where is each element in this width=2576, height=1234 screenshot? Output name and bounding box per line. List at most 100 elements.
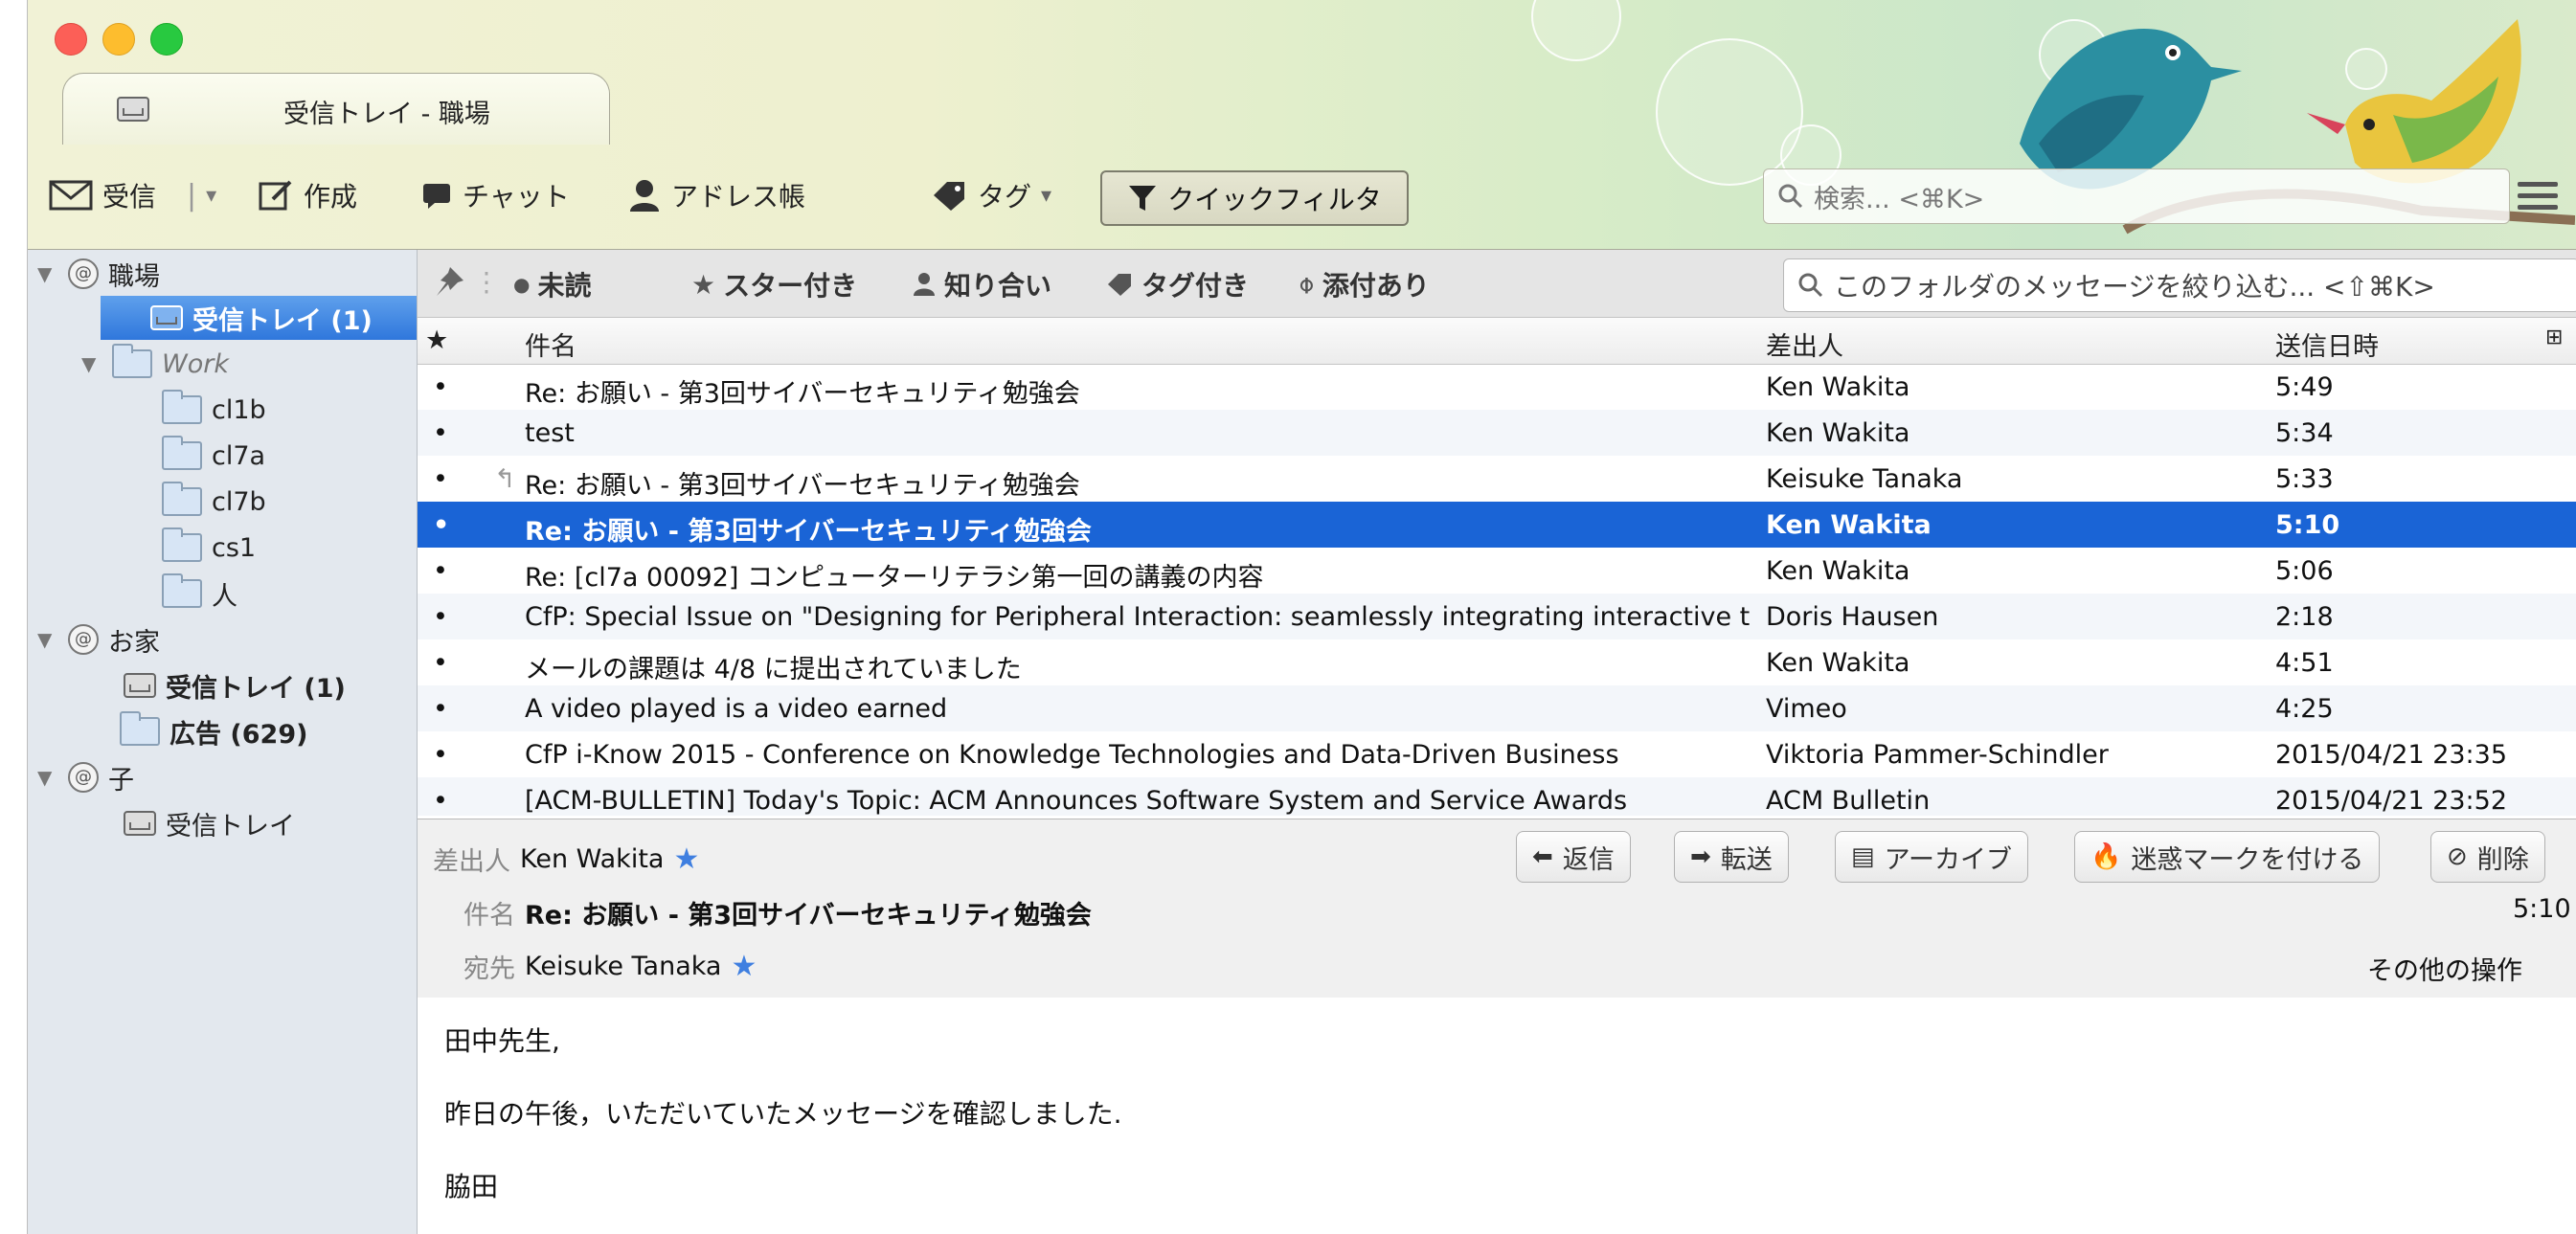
reply-button[interactable]: ⬅ 返信 <box>1516 831 1631 883</box>
read-status-dot-icon[interactable]: • <box>433 372 448 402</box>
read-status-dot-icon[interactable]: • <box>433 510 449 540</box>
message-date: 2015/04/21 23:52 <box>2275 786 2508 816</box>
message-row[interactable]: • Re: お願い - 第3回サイバーセキュリティ勉強会 Ken Wakita 5:4… <box>418 364 2576 410</box>
column-picker-icon[interactable]: ⊞ <box>2545 325 2563 349</box>
folder-icon <box>162 573 202 608</box>
addressbook-label: アドレス帳 <box>671 181 806 213</box>
person-icon <box>630 180 659 212</box>
zoom-window-button[interactable] <box>150 23 183 56</box>
other-actions-menu[interactable]: その他の操作 <box>2367 950 2522 987</box>
folder-filter-input[interactable]: このフォルダのメッセージを絞り込む... <⇧⌘K> <box>1783 258 2576 312</box>
to-value[interactable]: Keisuke Tanaka <box>525 952 721 981</box>
subject-value: Re: お願い - 第3回サイバーセキュリティ勉強会 <box>525 901 1092 931</box>
folder-child-inbox[interactable]: 受信トレイ <box>124 801 295 845</box>
read-status-dot-icon[interactable]: • <box>433 648 448 678</box>
message-from: Ken Wakita <box>1766 418 1910 448</box>
quick-filter-bar: ⋮ ● 未読 ★ スター付き 知り合い タグ付き ⌽ 添付あり このフォルダのメ… <box>418 250 2576 318</box>
filter-tagged-button[interactable]: タグ付き <box>1105 265 1249 303</box>
folder-work[interactable]: ▼ Work <box>81 342 229 386</box>
folder-cl1b[interactable]: cl1b <box>162 388 266 432</box>
person-icon <box>914 273 935 296</box>
read-status-dot-icon[interactable]: • <box>433 740 448 770</box>
message-date: 2:18 <box>2275 602 2334 632</box>
get-mail-button[interactable]: 受信 <box>49 170 156 220</box>
addressbook-button[interactable]: アドレス帳 <box>627 170 805 220</box>
column-date[interactable]: 送信日時 <box>2275 325 2379 363</box>
get-mail-dropdown[interactable]: | ▾ <box>187 170 216 220</box>
folder-cs1[interactable]: cs1 <box>162 526 256 570</box>
folder-label: cs1 <box>212 532 257 563</box>
write-button[interactable]: 作成 <box>258 170 357 220</box>
filter-label: 知り合い <box>944 270 1052 302</box>
message-row[interactable]: • Re: [cl7a 00092] コンピューターリテラシ第一回の講義の内容 Ke… <box>418 548 2576 594</box>
pin-filter-button[interactable]: ⋮ <box>433 265 500 298</box>
account-child[interactable]: ▼ @ 子 <box>37 755 134 799</box>
message-subject: A video played is a video earned <box>525 694 948 724</box>
message-row[interactable]: • CfP: Special Issue on "Designing for Pe… <box>418 594 2576 639</box>
subject-line: 件名 Re: お願い - 第3回サイバーセキュリティ勉強会 <box>463 894 1092 931</box>
message-row[interactable]: • A video played is a video earned Vimeo 4:… <box>418 685 2576 731</box>
delete-button[interactable]: ⊘ 削除 <box>2430 831 2545 883</box>
folder-work-inbox[interactable]: 受信トレイ (1) <box>101 296 417 340</box>
account-label: お家 <box>108 627 160 658</box>
read-status-dot-icon[interactable]: • <box>433 556 448 586</box>
message-row[interactable]: • ↰ Re: お願い - 第3回サイバーセキュリティ勉強会 Keisuke Tana… <box>418 456 2576 502</box>
quick-filter-button[interactable]: クイックフィルタ <box>1100 170 1409 226</box>
search-icon <box>1778 184 1803 209</box>
filter-starred-button[interactable]: ★ スター付き <box>691 265 857 303</box>
app-menu-icon[interactable] <box>2518 182 2558 214</box>
message-row[interactable]: • メールの課題は 4/8 に提出されていました Ken Wakita 4:51 <box>418 639 2576 685</box>
tag-button[interactable]: タグ ▾ <box>930 170 1051 220</box>
account-icon: @ <box>68 624 99 655</box>
quick-filter-label: クイックフィルタ <box>1167 184 1382 215</box>
forward-button[interactable]: ➡ 転送 <box>1674 831 1789 883</box>
chat-button[interactable]: チャット <box>420 170 570 220</box>
tab-inbox[interactable]: 受信トレイ - 職場 <box>62 73 610 145</box>
message-subject: Re: [cl7a 00092] コンピューターリテラシ第一回の講義の内容 <box>525 563 1264 593</box>
junk-button[interactable]: 🔥 迷惑マークを付ける <box>2074 831 2381 883</box>
paperclip-icon: ⌽ <box>1299 268 1315 300</box>
global-search-input[interactable]: 検索... <⌘K> <box>1763 168 2510 224</box>
folder-pane: ▼ @ 職場 受信トレイ (1) ▼ Work cl1b cl7a cl7b c… <box>28 250 418 1234</box>
read-status-dot-icon[interactable]: • <box>433 694 448 724</box>
folder-hito[interactable]: 人 <box>162 572 237 616</box>
message-subject: CfP: Special Issue on "Designing for Per… <box>525 602 1751 632</box>
folder-cl7b[interactable]: cl7b <box>162 480 266 524</box>
folder-icon <box>120 711 160 746</box>
account-home[interactable]: ▼ @ お家 <box>37 617 160 662</box>
read-status-dot-icon[interactable]: • <box>433 786 448 816</box>
message-row[interactable]: • test Ken Wakita 5:34 <box>418 410 2576 456</box>
chevron-down-icon: ▾ <box>206 183 217 208</box>
message-subject: [ACM-BULLETIN] Today's Topic: ACM Announ… <box>525 786 1628 816</box>
column-from[interactable]: 差出人 <box>1766 325 1843 363</box>
column-star[interactable]: ★ <box>425 325 448 355</box>
message-list: ★ 件名 差出人 送信日時 ⊞ • Re: お願い - 第3回サイバーセキュリティ… <box>418 318 2576 816</box>
filter-attachment-button[interactable]: ⌽ 添付あり <box>1299 265 1430 303</box>
message-row[interactable]: • CfP i-Know 2015 - Conference on Knowled… <box>418 731 2576 777</box>
read-status-dot-icon[interactable]: • <box>433 464 448 494</box>
folder-icon <box>112 344 152 378</box>
dot-icon: ● <box>513 273 531 296</box>
tag-icon <box>934 182 964 211</box>
read-status-dot-icon[interactable]: • <box>433 602 448 632</box>
star-icon[interactable]: ★ <box>731 950 757 983</box>
star-icon[interactable]: ★ <box>673 842 699 876</box>
archive-button[interactable]: ▤ アーカイブ <box>1835 831 2028 883</box>
minimize-window-button[interactable] <box>102 23 135 56</box>
from-value[interactable]: Ken Wakita <box>520 844 664 874</box>
message-from: Ken Wakita <box>1766 648 1910 678</box>
filter-label: タグ付き <box>1141 270 1250 302</box>
filter-unread-button[interactable]: ● 未読 <box>513 265 591 303</box>
message-subject: Re: お願い - 第3回サイバーセキュリティ勉強会 <box>525 471 1080 501</box>
folder-home-ads[interactable]: 広告 (629) <box>120 709 307 753</box>
close-window-button[interactable] <box>55 23 87 56</box>
filter-contacts-button[interactable]: 知り合い <box>912 265 1051 303</box>
message-row[interactable]: • Re: お願い - 第3回サイバーセキュリティ勉強会 Ken Wakita 5:1… <box>418 502 2576 548</box>
read-status-dot-icon[interactable]: • <box>433 418 448 448</box>
folder-cl7a[interactable]: cl7a <box>162 434 265 478</box>
account-work[interactable]: ▼ @ 職場 <box>37 252 160 296</box>
column-subject[interactable]: 件名 <box>525 325 576 363</box>
message-row[interactable]: • [ACM-BULLETIN] Today's Topic: ACM Annou… <box>418 777 2576 816</box>
envelope-icon <box>49 180 93 211</box>
folder-home-inbox[interactable]: 受信トレイ (1) <box>124 663 346 707</box>
